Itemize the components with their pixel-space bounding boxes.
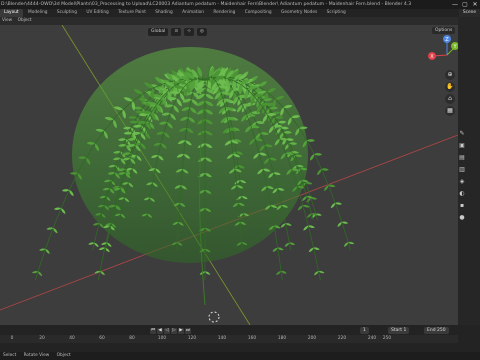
scene-properties-icon[interactable]: ◈ — [458, 178, 466, 186]
ruler-tick: 200 — [307, 336, 317, 341]
status-select: Select — [3, 353, 17, 358]
object-properties-icon[interactable]: ▪ — [458, 202, 466, 210]
prev-keyframe-icon[interactable]: ◀ — [157, 328, 163, 334]
orientation-dropdown[interactable]: Global — [148, 28, 169, 36]
orientation-label: Global — [151, 29, 166, 34]
tab-compositing[interactable]: Compositing — [241, 9, 276, 17]
viewport-header: View Object — [0, 17, 458, 25]
gizmo-x-label: X — [430, 54, 434, 60]
ruler-tick: 240 — [367, 336, 377, 341]
navigation-gizmo[interactable]: Z X Y — [428, 35, 458, 60]
viewport-scene: Z X Y — [0, 25, 458, 325]
output-properties-icon[interactable]: ▤ — [458, 154, 466, 162]
ruler-tick: 20 — [39, 336, 45, 341]
render-properties-icon[interactable]: ▣ — [458, 142, 466, 150]
tab-modeling[interactable]: Modeling — [24, 9, 52, 17]
window-titlebar: D:\Blender\4444-OWO\3d Model\Plants\03_P… — [0, 0, 480, 9]
pan-hand-icon[interactable]: ✋ — [445, 82, 455, 92]
jump-end-icon[interactable]: ⏭ — [185, 328, 191, 334]
close-button[interactable]: ✕ — [470, 0, 480, 9]
end-frame-field[interactable]: End 250 — [424, 327, 449, 334]
zoom-icon[interactable]: ⊕ — [445, 70, 455, 80]
options-button[interactable]: Options — [432, 27, 456, 34]
tab-sculpting[interactable]: Sculpting — [53, 9, 81, 17]
play-reverse-icon[interactable]: ◁ — [164, 328, 170, 334]
scene-label: Scene — [462, 10, 476, 15]
tab-animation[interactable]: Animation — [178, 9, 208, 17]
jump-start-icon[interactable]: ⏮ — [150, 328, 156, 334]
ruler-tick: 180 — [277, 336, 287, 341]
start-frame-field[interactable]: Start 1 — [388, 327, 410, 334]
tab-uv-editing[interactable]: UV Editing — [82, 9, 112, 17]
ruler-tick: 160 — [247, 336, 257, 341]
start-frame-value: 1 — [403, 328, 407, 333]
tool-properties-icon[interactable]: ✎ — [458, 130, 466, 138]
world-properties-icon[interactable]: ◐ — [458, 190, 466, 198]
tab-scripting[interactable]: Scripting — [323, 9, 350, 17]
fern-model[interactable] — [31, 47, 355, 306]
playback-controls: ⏮ ◀ ◁ ▷ ▶ ⏭ — [150, 327, 192, 334]
menu-object[interactable]: Object — [16, 17, 34, 25]
ruler-tick: 120 — [187, 336, 197, 341]
status-bar: Select Rotate View Object — [0, 352, 480, 360]
3d-viewport[interactable]: Z X Y — [0, 25, 458, 325]
tab-shading[interactable]: Shading — [151, 9, 176, 17]
end-frame-label: End — [427, 328, 436, 333]
current-frame-field[interactable]: 1 — [360, 327, 369, 334]
camera-icon[interactable]: ⌂ — [445, 94, 455, 104]
viewport-transform-toolbar: Global ⊙ ⊹ ◎ — [148, 28, 207, 36]
material-properties-icon[interactable]: ● — [458, 214, 466, 222]
timeline-ruler[interactable]: 0 20 40 60 80 100 120 140 160 180 200 22… — [0, 335, 458, 343]
tab-texture-paint[interactable]: Texture Paint — [114, 9, 150, 17]
options-label: Options — [435, 28, 453, 33]
status-object: Object — [56, 353, 71, 358]
status-rotate-view: Rotate View — [23, 353, 50, 358]
ruler-tick: 80 — [129, 336, 135, 341]
current-frame-value: 1 — [363, 328, 366, 333]
maximize-button[interactable]: ▢ — [460, 0, 470, 9]
next-keyframe-icon[interactable]: ▶ — [178, 328, 184, 334]
ruler-tick: 140 — [217, 336, 227, 341]
minimize-button[interactable]: — — [450, 0, 460, 9]
view-layer-icon[interactable]: ▥ — [458, 166, 466, 174]
pivot-icon[interactable]: ⊙ — [171, 28, 182, 36]
scene-selector[interactable]: Scene — [458, 9, 480, 17]
proportional-icon[interactable]: ◎ — [196, 28, 207, 36]
3d-cursor-icon — [208, 311, 220, 323]
ruler-tick: 100 — [157, 336, 167, 341]
tab-layout[interactable]: Layout — [0, 9, 23, 17]
ruler-tick: 220 — [337, 336, 347, 341]
ruler-tick: 60 — [99, 336, 105, 341]
window-controls: — ▢ ✕ — [450, 0, 480, 9]
tab-rendering[interactable]: Rendering — [209, 9, 239, 17]
workspace-bar: Layout Modeling Sculpting UV Editing Tex… — [0, 9, 480, 17]
play-icon[interactable]: ▷ — [171, 328, 177, 334]
ruler-tick: 250 — [382, 336, 392, 341]
gizmo-z-label: Z — [445, 37, 449, 43]
start-frame-label: Start — [391, 328, 402, 333]
ruler-tick: 40 — [69, 336, 75, 341]
menu-view[interactable]: View — [0, 17, 14, 25]
perspective-grid-icon[interactable]: ▦ — [445, 106, 455, 116]
snap-icon[interactable]: ⊹ — [184, 28, 194, 36]
tab-geometry-nodes[interactable]: Geometry Nodes — [277, 9, 321, 17]
end-frame-value: 250 — [437, 328, 446, 333]
ruler-tick: 0 — [10, 336, 14, 341]
window-title: D:\Blender\4444-OWO\3d Model\Plants\03_P… — [1, 2, 412, 7]
